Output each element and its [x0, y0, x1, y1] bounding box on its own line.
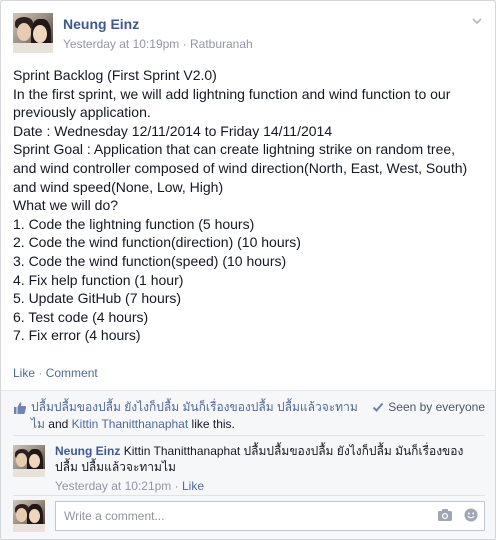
post-card: Neung Einz Yesterday at 10:19pm · Ratbur…	[0, 0, 496, 540]
author-name[interactable]: Neung Einz	[63, 16, 139, 32]
likes-summary: ปลื้มปลื้มของปลื้ม ยังไงก็ปลื้ม มันก็เรื…	[31, 399, 361, 433]
comment-item: Neung Einz Kittin Thanitthanaphat ปลื้มป…	[13, 443, 485, 497]
comment-body: Neung Einz Kittin Thanitthanaphat ปลื้มป…	[55, 443, 485, 475]
post-text-line: and wind speed(None, Low, High)	[13, 178, 224, 195]
liker-link-2[interactable]: Kittin Thanitthanaphat	[72, 417, 189, 431]
like-button[interactable]: Like	[13, 366, 35, 380]
emoji-icon[interactable]	[464, 508, 478, 524]
viewer-avatar	[13, 500, 45, 532]
post-text-line: 6. Test code (4 hours)	[13, 308, 149, 325]
seen-by[interactable]: Seen by everyone	[372, 399, 485, 416]
author-avatar[interactable]	[13, 13, 53, 53]
post-text-line: 7. Fix error (4 hours)	[13, 327, 141, 344]
post-text-line: 3. Code the wind function(speed) (10 hou…	[13, 252, 287, 269]
checkmark-icon	[373, 402, 384, 412]
comment-like-button[interactable]: Like	[182, 479, 204, 493]
comment-input[interactable]: Write a comment...	[55, 501, 485, 531]
post-text-line: 4. Fix help function (1 hour)	[13, 271, 184, 288]
post-text-line: 5. Update GitHub (7 hours)	[13, 290, 182, 307]
divider	[13, 435, 485, 436]
post-text-line: 2. Code the wind function(direction) (10…	[13, 234, 301, 251]
comment-button[interactable]: Comment	[46, 366, 98, 380]
post-actions: Like · Comment	[13, 366, 98, 380]
commenter-name[interactable]: Neung Einz	[55, 444, 120, 458]
chevron-down-icon[interactable]	[471, 15, 483, 27]
post-text-line: Sprint Goal : Application that can creat…	[13, 141, 456, 158]
post-text-line: previously application.	[13, 104, 151, 121]
comment-meta: Yesterday at 10:21pm · Like	[55, 479, 204, 493]
camera-icon[interactable]	[437, 508, 453, 524]
post-header: Neung Einz Yesterday at 10:19pm · Ratbur…	[13, 13, 483, 55]
post-text-line: In the first sprint, we will add lightni…	[13, 85, 451, 102]
post-text-line: and wind controller composed of wind dir…	[13, 159, 468, 176]
likes-suffix: like this.	[188, 417, 235, 431]
post-text-line: Sprint Backlog (First Sprint V2.0)	[13, 67, 217, 83]
likes-and: and	[44, 417, 72, 431]
commenter-avatar[interactable]	[13, 445, 45, 477]
post-text-line: 1. Code the lightning function (5 hours)	[13, 215, 255, 232]
post-body: Sprint Backlog (First Sprint V2.0) In the…	[13, 66, 488, 345]
post-meta: Yesterday at 10:19pm · Ratburanah	[63, 37, 253, 51]
thumbs-up-icon	[14, 402, 27, 414]
post-text-line: Date : Wednesday 12/11/2014 to Friday 14…	[13, 122, 333, 139]
divider	[13, 495, 485, 496]
feedback-area: ปลื้มปลื้มของปลื้ม ยังไงก็ปลื้ม มันก็เรื…	[1, 390, 495, 539]
post-timestamp[interactable]: Yesterday at 10:19pm	[63, 37, 179, 51]
meta-separator: ·	[179, 37, 190, 51]
seen-label: Seen by everyone	[388, 400, 485, 414]
input-icons	[429, 508, 478, 526]
comment-timestamp[interactable]: Yesterday at 10:21pm	[55, 479, 171, 493]
reply-row: Write a comment...	[13, 500, 485, 534]
comment-meta-separator: ·	[171, 479, 182, 493]
post-text-line: What we will do?	[13, 197, 119, 214]
comment-placeholder: Write a comment...	[64, 509, 165, 523]
action-separator: ·	[35, 366, 46, 380]
post-location[interactable]: Ratburanah	[190, 37, 253, 51]
